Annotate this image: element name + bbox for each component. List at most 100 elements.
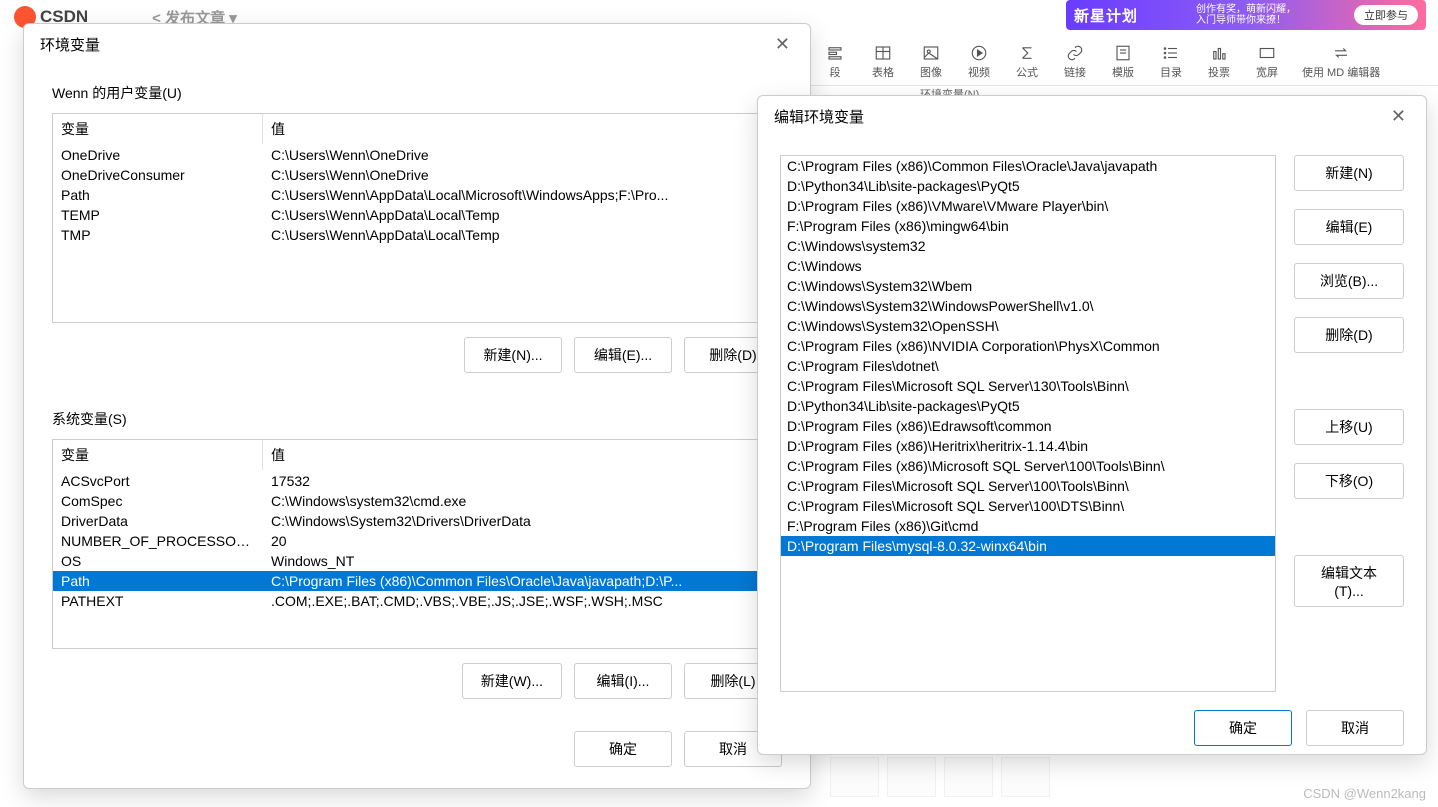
new-button[interactable]: 新建(N) <box>1294 155 1404 191</box>
var-name: ACSvcPort <box>53 471 263 491</box>
table-row[interactable]: PATHEXT.COM;.EXE;.BAT;.CMD;.VBS;.VBE;.JS… <box>53 591 781 611</box>
table-row[interactable]: ACSvcPort17532 <box>53 471 781 491</box>
list-item[interactable]: C:\Program Files\Microsoft SQL Server\10… <box>781 496 1275 516</box>
table-row[interactable]: PathC:\Users\Wenn\AppData\Local\Microsof… <box>53 185 781 205</box>
tool-sigma[interactable]: 公式 <box>1006 38 1048 85</box>
tool-wide[interactable]: 宽屏 <box>1246 38 1288 85</box>
var-name: ComSpec <box>53 491 263 511</box>
para-icon <box>826 44 844 62</box>
var-name: OneDriveConsumer <box>53 165 263 185</box>
tool-link[interactable]: 链接 <box>1054 38 1096 85</box>
tool-label: 段 <box>830 64 841 80</box>
table-row[interactable]: NUMBER_OF_PROCESSORS20 <box>53 531 781 551</box>
promo-title: 新星计划 <box>1074 5 1138 26</box>
tool-video[interactable]: 视频 <box>958 38 1000 85</box>
promo-button[interactable]: 立即参与 <box>1354 5 1418 25</box>
list-item[interactable]: D:\Program Files (x86)\Edrawsoft\common <box>781 416 1275 436</box>
list-item[interactable]: C:\Program Files\Microsoft SQL Server\13… <box>781 376 1275 396</box>
promo-line1: 创作有奖，萌新闪耀， <box>1196 4 1296 15</box>
list-item[interactable]: D:\Program Files\mysql-8.0.32-winx64\bin <box>781 536 1275 556</box>
list-item[interactable]: C:\Windows\System32\OpenSSH\ <box>781 316 1275 336</box>
edit-e-button[interactable]: 编辑(E)... <box>574 337 672 373</box>
ok-button[interactable]: 确定 <box>1194 710 1292 746</box>
template-icon <box>1114 44 1132 62</box>
list-item[interactable]: D:\Program Files (x86)\Heritrix\heritrix… <box>781 436 1275 456</box>
var-name: TEMP <box>53 205 263 225</box>
delete-button[interactable]: 删除(D) <box>1294 317 1404 353</box>
list-item[interactable]: C:\Program Files (x86)\NVIDIA Corporatio… <box>781 336 1275 356</box>
video-icon <box>970 44 988 62</box>
tool-vote[interactable]: 投票 <box>1198 38 1240 85</box>
move-down-button[interactable]: 下移(O) <box>1294 463 1404 499</box>
swap-icon <box>1332 44 1350 62</box>
table-row[interactable]: TEMPC:\Users\Wenn\AppData\Local\Temp <box>53 205 781 225</box>
table-row[interactable]: OSWindows_NT <box>53 551 781 571</box>
table-row[interactable]: TMPC:\Users\Wenn\AppData\Local\Temp <box>53 225 781 245</box>
system-buttons: 新建(W)... 编辑(I)... 删除(L) <box>24 649 810 717</box>
list-item[interactable]: C:\Windows\system32 <box>781 236 1275 256</box>
table-row[interactable]: DriverDataC:\Windows\System32\Drivers\Dr… <box>53 511 781 531</box>
new-n-button[interactable]: 新建(N)... <box>464 337 562 373</box>
var-value: C:\Windows\system32\cmd.exe <box>263 491 781 511</box>
tool-label: 模版 <box>1112 64 1134 80</box>
table-icon <box>874 44 892 62</box>
list-item[interactable]: D:\Program Files (x86)\VMware\VMware Pla… <box>781 196 1275 216</box>
system-vars-table[interactable]: 变量 值 ACSvcPort17532ComSpecC:\Windows\sys… <box>52 439 782 649</box>
edit-env-dialog: 编辑环境变量 ✕ C:\Program Files (x86)\Common F… <box>757 95 1427 755</box>
var-value: Windows_NT <box>263 551 781 571</box>
new-w-button[interactable]: 新建(W)... <box>462 663 562 699</box>
var-value: 20 <box>263 531 781 551</box>
edit-i-button[interactable]: 编辑(I)... <box>574 663 672 699</box>
user-buttons: 新建(N)... 编辑(E)... 删除(D) <box>24 323 810 391</box>
table-row[interactable]: ComSpecC:\Windows\system32\cmd.exe <box>53 491 781 511</box>
list-item[interactable]: C:\Program Files\Microsoft SQL Server\10… <box>781 476 1275 496</box>
move-up-button[interactable]: 上移(U) <box>1294 409 1404 445</box>
col-name-header[interactable]: 变量 <box>53 440 263 470</box>
vote-icon <box>1210 44 1228 62</box>
tool-swap[interactable]: 使用 MD 编辑器 <box>1294 38 1388 85</box>
table-row[interactable]: OneDriveC:\Users\Wenn\OneDrive <box>53 145 781 165</box>
dialog2-titlebar: 编辑环境变量 ✕ <box>758 96 1426 137</box>
dialog1-titlebar: 环境变量 ✕ <box>24 24 810 65</box>
sigma-icon <box>1018 44 1036 62</box>
user-vars-label: Wenn 的用户变量(U) <box>24 65 810 113</box>
list-item[interactable]: C:\Program Files\dotnet\ <box>781 356 1275 376</box>
list-item[interactable]: F:\Program Files (x86)\mingw64\bin <box>781 216 1275 236</box>
tool-template[interactable]: 模版 <box>1102 38 1144 85</box>
list-item[interactable]: D:\Python34\Lib\site-packages\PyQt5 <box>781 396 1275 416</box>
tool-image[interactable]: 图像 <box>910 38 952 85</box>
table-row[interactable]: PathC:\Program Files (x86)\Common Files\… <box>53 571 781 591</box>
list-item[interactable]: C:\Windows\System32\Wbem <box>781 276 1275 296</box>
list-item[interactable]: C:\Program Files (x86)\Microsoft SQL Ser… <box>781 456 1275 476</box>
dialog2-footer: 确定 取消 <box>758 692 1426 764</box>
list-item[interactable]: F:\Program Files (x86)\Git\cmd <box>781 516 1275 536</box>
tool-table[interactable]: 表格 <box>862 38 904 85</box>
path-list[interactable]: C:\Program Files (x86)\Common Files\Orac… <box>780 155 1276 692</box>
list-item[interactable]: C:\Windows\System32\WindowsPowerShell\v1… <box>781 296 1275 316</box>
var-name: PATHEXT <box>53 591 263 611</box>
list-item[interactable]: C:\Program Files (x86)\Common Files\Orac… <box>781 156 1275 176</box>
tool-toc[interactable]: 目录 <box>1150 38 1192 85</box>
close-icon[interactable]: ✕ <box>1387 106 1410 127</box>
cancel-button[interactable]: 取消 <box>1306 710 1404 746</box>
edit-text-button[interactable]: 编辑文本(T)... <box>1294 555 1404 607</box>
promo-banner[interactable]: 新星计划 创作有奖，萌新闪耀， 入门导师带你来撩！ 立即参与 <box>1066 0 1426 30</box>
user-vars-table[interactable]: 变量 值 OneDriveC:\Users\Wenn\OneDriveOneDr… <box>52 113 782 323</box>
edit-button[interactable]: 编辑(E) <box>1294 209 1404 245</box>
table-header: 变量 值 <box>53 114 781 145</box>
system-vars-label: 系统变量(S) <box>24 391 810 439</box>
image-icon <box>922 44 940 62</box>
col-name-header[interactable]: 变量 <box>53 114 263 144</box>
close-icon[interactable]: ✕ <box>771 34 794 55</box>
link-icon <box>1066 44 1084 62</box>
col-value-header[interactable]: 值 <box>263 440 781 470</box>
browse-button[interactable]: 浏览(B)... <box>1294 263 1404 299</box>
dialog2-title: 编辑环境变量 <box>774 106 864 127</box>
ok-button[interactable]: 确定 <box>574 731 672 767</box>
tool-para[interactable]: 段 <box>814 38 856 85</box>
table-row[interactable]: OneDriveConsumerC:\Users\Wenn\OneDrive <box>53 165 781 185</box>
col-value-header[interactable]: 值 <box>263 114 781 144</box>
list-item[interactable]: C:\Windows <box>781 256 1275 276</box>
list-item[interactable]: D:\Python34\Lib\site-packages\PyQt5 <box>781 176 1275 196</box>
tool-label: 图像 <box>920 64 942 80</box>
